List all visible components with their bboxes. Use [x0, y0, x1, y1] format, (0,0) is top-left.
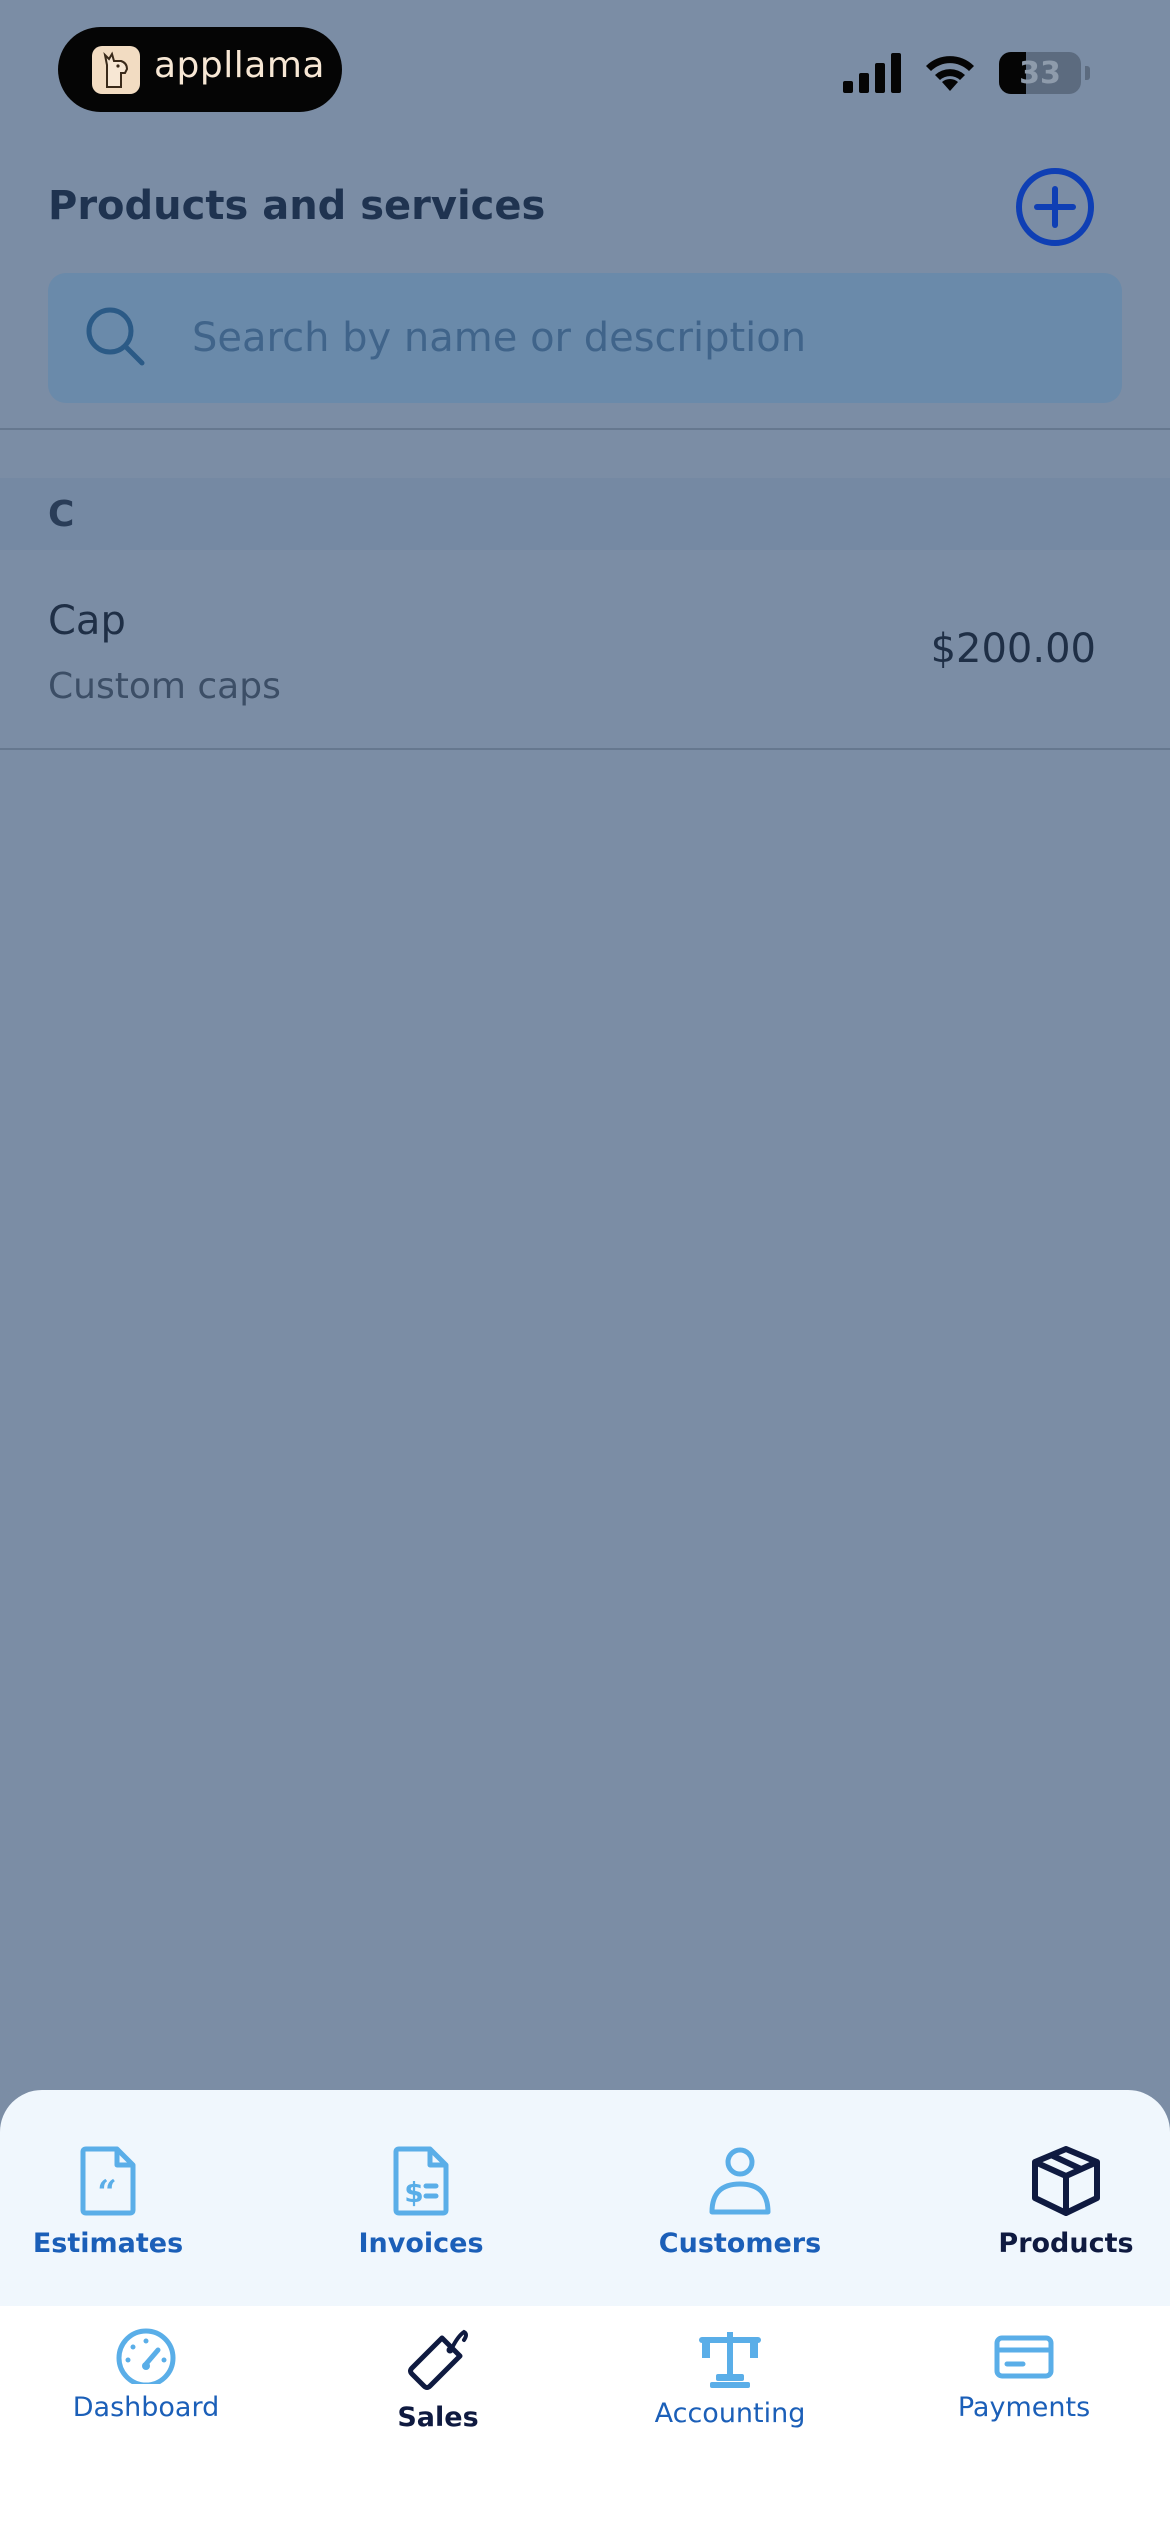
person-icon: [709, 2147, 771, 2215]
app-badge: appllama: [58, 27, 342, 112]
svg-text:“: “: [97, 2173, 117, 2213]
search-icon: [86, 307, 145, 366]
sales-sub-tabs: “ Estimates $ Invoices Customers Product…: [0, 2090, 1170, 2306]
nav-accounting[interactable]: Accounting: [584, 2306, 876, 2506]
invoice-dollar-icon: $: [393, 2146, 449, 2216]
credit-card-icon: [994, 2335, 1054, 2379]
speedometer-icon: [116, 2328, 176, 2384]
section-letter: C: [48, 494, 75, 535]
wifi-icon: [926, 56, 974, 91]
nav-label: Dashboard: [72, 2392, 220, 2423]
bottom-navigation: Dashboard Sales Accounting Payments: [0, 2306, 1170, 2532]
nav-dashboard[interactable]: Dashboard: [0, 2306, 292, 2506]
llama-logo-icon: [92, 46, 140, 94]
nav-label: Payments: [957, 2392, 1091, 2423]
header-divider: [0, 428, 1170, 430]
tab-customers[interactable]: Customers: [594, 2090, 886, 2306]
status-icons: 33: [843, 52, 1090, 94]
tab-label: Estimates: [32, 2228, 184, 2259]
product-name: Cap: [48, 598, 126, 644]
svg-text:$: $: [404, 2176, 423, 2209]
price-tag-icon: [408, 2329, 468, 2390]
battery-tip: [1085, 66, 1090, 80]
tab-label: Products: [998, 2228, 1134, 2259]
battery-percent: 33: [1019, 55, 1061, 91]
tab-products[interactable]: Products: [920, 2090, 1170, 2306]
plus-circle-icon: [1034, 186, 1076, 228]
list-divider: [0, 748, 1170, 750]
cellular-signal-icon: [843, 53, 901, 93]
status-bar: appllama 33: [0, 0, 1170, 150]
product-description: Custom caps: [48, 666, 281, 707]
products-screen: appllama 33 Products and services Search…: [0, 0, 1170, 2532]
nav-label: Sales: [397, 2402, 479, 2433]
product-price: $200.00: [930, 626, 1096, 672]
search-input[interactable]: [192, 303, 1072, 373]
scales-icon: [699, 2332, 761, 2388]
list-item[interactable]: Cap Custom caps $200.00: [0, 552, 1170, 748]
nav-payments[interactable]: Payments: [878, 2306, 1170, 2506]
nav-label: Accounting: [654, 2398, 806, 2429]
tab-label: Invoices: [358, 2228, 484, 2259]
estimate-document-icon: “: [80, 2146, 136, 2216]
tab-estimates[interactable]: “ Estimates: [0, 2090, 254, 2306]
nav-sales[interactable]: Sales: [292, 2306, 584, 2506]
box-icon: [1032, 2146, 1100, 2216]
add-product-button[interactable]: [1016, 168, 1094, 246]
search-box[interactable]: [48, 273, 1122, 403]
battery-icon: 33: [999, 52, 1081, 94]
page-title: Products and services: [48, 183, 546, 229]
tab-invoices[interactable]: $ Invoices: [275, 2090, 567, 2306]
section-header: C: [0, 478, 1170, 550]
app-badge-text: appllama: [154, 45, 325, 86]
tab-label: Customers: [658, 2228, 822, 2259]
